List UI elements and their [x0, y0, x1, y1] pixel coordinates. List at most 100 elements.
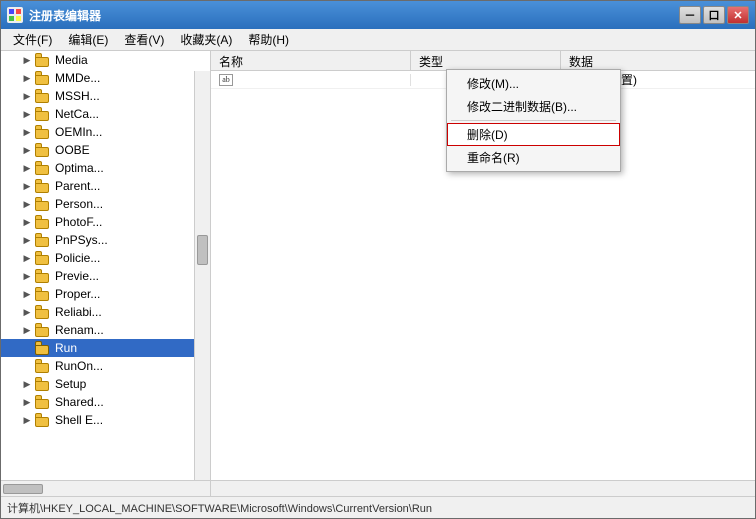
menu-view[interactable]: 查看(V): [116, 29, 172, 50]
expand-icon[interactable]: ▶: [21, 108, 33, 120]
right-pane: 名称 类型 数据 ab (数值未设置) 修改(M)... 修改二进制数据(B).…: [211, 51, 755, 480]
folder-icon: [35, 305, 51, 319]
tree-item[interactable]: ▶ Shell E...: [1, 411, 210, 429]
menu-edit[interactable]: 编辑(E): [60, 29, 116, 50]
expand-icon[interactable]: ▶: [21, 414, 33, 426]
tree-item-label: MSSH...: [55, 89, 100, 103]
horizontal-scroll-area: [1, 480, 755, 496]
folder-icon: [35, 89, 51, 103]
expand-icon[interactable]: ▶: [21, 252, 33, 264]
tree-hscroll-thumb[interactable]: [3, 484, 43, 494]
expand-icon[interactable]: ▶: [21, 396, 33, 408]
tree-item-label: NetCa...: [55, 107, 99, 121]
main-content: ▶Media▶MMDe...▶MSSH...▶NetCa...▶OEMIn...…: [1, 51, 755, 480]
restore-button[interactable]: 口: [703, 6, 725, 24]
expand-icon[interactable]: ▶: [21, 216, 33, 228]
tree-item-label: Proper...: [55, 287, 100, 301]
tree-item[interactable]: ▶PhotoF...: [1, 213, 210, 231]
folder-icon: [35, 125, 51, 139]
ctx-rename[interactable]: 重命名(R): [447, 146, 620, 169]
scrollbar-thumb[interactable]: [197, 235, 208, 265]
tree-scrollbar[interactable]: [194, 71, 210, 480]
tree-item-label: Parent...: [55, 179, 100, 193]
tree-items: ▶Media▶MMDe...▶MSSH...▶NetCa...▶OEMIn...…: [1, 51, 210, 460]
tree-item-label: Policie...: [55, 251, 100, 265]
tree-item[interactable]: ▶ Reliabi...: [1, 303, 210, 321]
folder-icon: [35, 341, 51, 355]
folder-icon: [35, 197, 51, 211]
tree-item-label: Shell E...: [55, 413, 103, 427]
menu-favorites[interactable]: 收藏夹(A): [172, 29, 240, 50]
tree-item[interactable]: ▶ Proper...: [1, 285, 210, 303]
col-name-header: 名称: [211, 51, 411, 70]
expand-icon[interactable]: ▶: [21, 270, 33, 282]
tree-item[interactable]: ▶MMDe...: [1, 69, 210, 87]
folder-icon: [35, 53, 51, 67]
menu-file[interactable]: 文件(F): [5, 29, 60, 50]
folder-icon: [35, 377, 51, 391]
folder-icon: [35, 413, 51, 427]
tree-item[interactable]: ▶RunOn...: [1, 357, 210, 375]
expand-icon[interactable]: ▶: [21, 72, 33, 84]
right-hscroll: [211, 481, 755, 496]
folder-icon: [35, 143, 51, 157]
expand-icon[interactable]: ▶: [21, 126, 33, 138]
minimize-button[interactable]: －: [679, 6, 701, 24]
title-bar: 注册表编辑器 － 口 ✕: [1, 1, 755, 29]
col-type-header: 类型: [411, 51, 561, 70]
tree-item[interactable]: ▶OEMIn...: [1, 123, 210, 141]
tree-hscroll[interactable]: [1, 481, 211, 496]
tree-item-label: PnPSys...: [55, 233, 108, 247]
expand-icon[interactable]: ▶: [21, 324, 33, 336]
tree-pane: ▶Media▶MMDe...▶MSSH...▶NetCa...▶OEMIn...…: [1, 51, 211, 480]
tree-item-label: Shared...: [55, 395, 104, 409]
registry-type-icon: ab: [219, 74, 233, 86]
tree-item[interactable]: ▶ Optima...: [1, 159, 210, 177]
folder-icon: [35, 323, 51, 337]
ctx-modify-binary[interactable]: 修改二进制数据(B)...: [447, 95, 620, 118]
tree-item-label: Optima...: [55, 161, 104, 175]
tree-item[interactable]: ▶ Policie...: [1, 249, 210, 267]
window-controls: － 口 ✕: [679, 6, 749, 24]
folder-icon: [35, 179, 51, 193]
tree-item[interactable]: ▶Run: [1, 339, 210, 357]
ctx-modify[interactable]: 修改(M)...: [447, 72, 620, 95]
folder-icon: [35, 251, 51, 265]
tree-item-label: Setup: [55, 377, 86, 391]
tree-item-label: Media: [55, 53, 88, 67]
tree-item[interactable]: ▶ NetCa...: [1, 105, 210, 123]
tree-item[interactable]: ▶ PnPSys...: [1, 231, 210, 249]
expand-icon[interactable]: ▶: [21, 90, 33, 102]
close-button[interactable]: ✕: [727, 6, 749, 24]
folder-icon: [35, 71, 51, 85]
expand-icon[interactable]: ▶: [21, 198, 33, 210]
expand-icon[interactable]: ▶: [21, 144, 33, 156]
menu-help[interactable]: 帮助(H): [240, 29, 297, 50]
tree-item-label: RunOn...: [55, 359, 103, 373]
expand-icon[interactable]: ▶: [21, 234, 33, 246]
tree-item[interactable]: ▶ Media: [1, 51, 210, 69]
tree-item[interactable]: ▶ MSSH...: [1, 87, 210, 105]
tree-item[interactable]: ▶Renam...: [1, 321, 210, 339]
column-header: 名称 类型 数据: [211, 51, 755, 71]
folder-icon: [35, 107, 51, 121]
expand-icon[interactable]: ▶: [21, 306, 33, 318]
expand-icon[interactable]: ▶: [21, 288, 33, 300]
tree-item-label: Reliabi...: [55, 305, 102, 319]
tree-item[interactable]: ▶Previe...: [1, 267, 210, 285]
expand-icon[interactable]: ▶: [21, 162, 33, 174]
tree-item[interactable]: ▶OOBE: [1, 141, 210, 159]
window-title: 注册表编辑器: [29, 7, 679, 24]
ctx-separator: [451, 120, 616, 121]
tree-item[interactable]: ▶ Shared...: [1, 393, 210, 411]
tree-item[interactable]: ▶ Parent...: [1, 177, 210, 195]
expand-icon[interactable]: ▶: [21, 378, 33, 390]
expand-icon[interactable]: ▶: [21, 180, 33, 192]
tree-item[interactable]: ▶Person...: [1, 195, 210, 213]
folder-icon: [35, 161, 51, 175]
folder-icon: [35, 287, 51, 301]
window-icon: [7, 7, 23, 23]
ctx-delete[interactable]: 删除(D): [447, 123, 620, 146]
tree-item[interactable]: ▶ Setup: [1, 375, 210, 393]
expand-icon[interactable]: ▶: [21, 54, 33, 66]
